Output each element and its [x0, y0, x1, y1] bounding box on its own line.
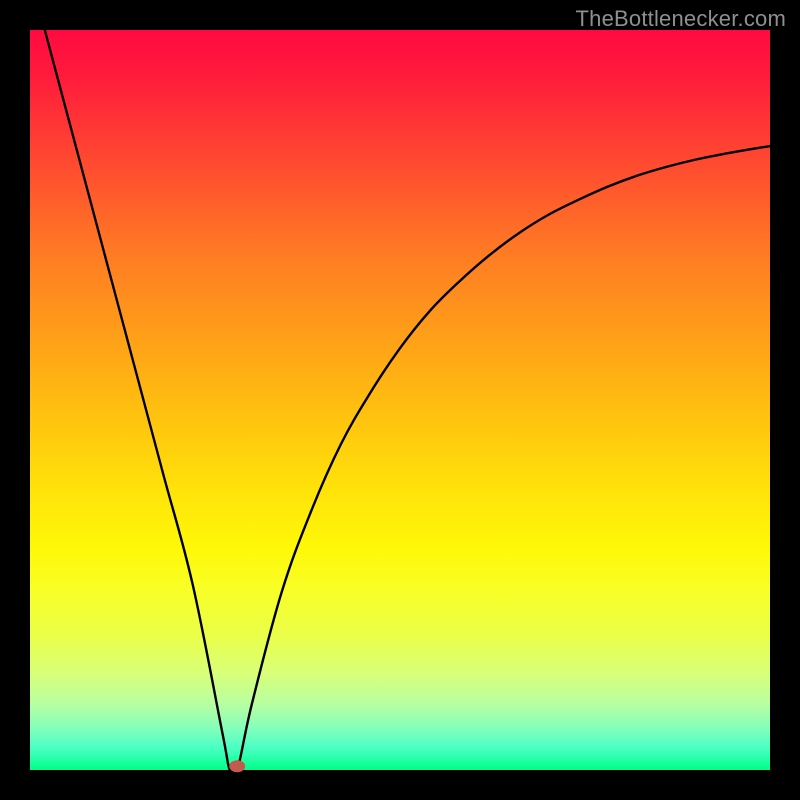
bottleneck-curve [45, 30, 770, 777]
chart-frame: TheBottlenecker.com [0, 0, 800, 800]
optimum-marker [229, 760, 245, 772]
attribution-text: TheBottlenecker.com [576, 6, 786, 32]
chart-svg [30, 30, 770, 770]
